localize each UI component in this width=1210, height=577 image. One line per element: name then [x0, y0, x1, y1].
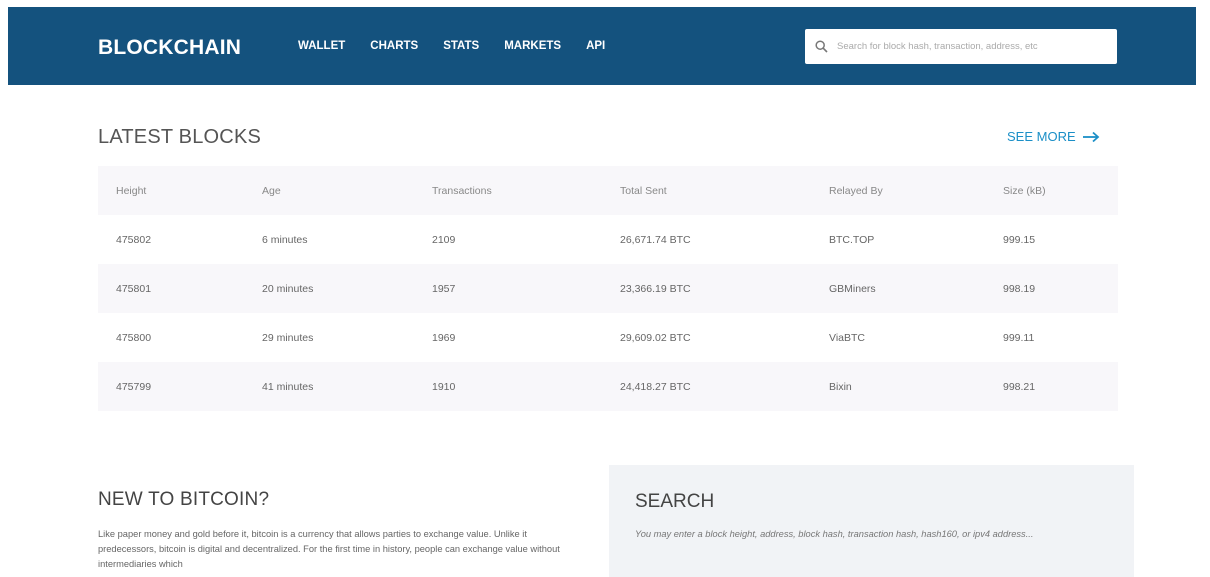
nav-markets[interactable]: MARKETS — [504, 40, 561, 52]
search-info-panel: SEARCH You may enter a block height, add… — [609, 465, 1134, 577]
nav-api[interactable]: API — [586, 40, 605, 52]
col-total-sent: Total Sent — [602, 166, 811, 215]
block-size: 999.15 — [985, 215, 1118, 264]
block-age: 29 minutes — [244, 313, 414, 362]
table-header-row: Height Age Transactions Total Sent Relay… — [98, 166, 1118, 215]
search-box — [805, 29, 1117, 64]
table-row: 475802 6 minutes 2109 26,671.74 BTC BTC.… — [98, 215, 1118, 264]
see-more-label: SEE MORE — [1007, 129, 1076, 144]
block-height-link[interactable]: 475799 — [98, 362, 244, 411]
block-height-link[interactable]: 475802 — [98, 215, 244, 264]
block-relayer-link[interactable]: Bixin — [811, 362, 985, 411]
col-transactions: Transactions — [414, 166, 602, 215]
col-age: Age — [244, 166, 414, 215]
search-icon — [815, 40, 828, 53]
nav-stats[interactable]: STATS — [443, 40, 479, 52]
arrow-right-icon — [1082, 131, 1099, 142]
top-navbar: BLOCKCHAIN WALLET CHARTS STATS MARKETS A… — [8, 7, 1196, 85]
block-transactions: 1969 — [414, 313, 602, 362]
block-total-sent: 26,671.74 BTC — [602, 215, 811, 264]
latest-blocks-title: LATEST BLOCKS — [98, 126, 262, 148]
block-height-link[interactable]: 475801 — [98, 264, 244, 313]
block-age: 6 minutes — [244, 215, 414, 264]
block-age: 41 minutes — [244, 362, 414, 411]
block-relayer-link[interactable]: GBMiners — [811, 264, 985, 313]
col-size: Size (kB) — [985, 166, 1118, 215]
block-transactions: 2109 — [414, 215, 602, 264]
nav-wallet[interactable]: WALLET — [298, 40, 345, 52]
block-size: 999.11 — [985, 313, 1118, 362]
block-total-sent: 23,366.19 BTC — [602, 264, 811, 313]
nav-charts[interactable]: CHARTS — [370, 40, 418, 52]
table-row: 475799 41 minutes 1910 24,418.27 BTC Bix… — [98, 362, 1118, 411]
block-total-sent: 24,418.27 BTC — [602, 362, 811, 411]
col-height: Height — [98, 166, 244, 215]
new-to-bitcoin-text: Like paper money and gold before it, bit… — [98, 529, 560, 569]
latest-blocks-table: Height Age Transactions Total Sent Relay… — [98, 166, 1118, 411]
search-panel-title: SEARCH — [635, 491, 715, 512]
logo[interactable]: BLOCKCHAIN — [98, 36, 241, 60]
block-transactions: 1957 — [414, 264, 602, 313]
table-row: 475800 29 minutes 1969 29,609.02 BTC Via… — [98, 313, 1118, 362]
main-nav: WALLET CHARTS STATS MARKETS API — [298, 7, 630, 85]
block-total-sent: 29,609.02 BTC — [602, 313, 811, 362]
table-row: 475801 20 minutes 1957 23,366.19 BTC GBM… — [98, 264, 1118, 313]
search-panel-text: You may enter a block height, address, b… — [635, 529, 1034, 539]
new-to-bitcoin-title: NEW TO BITCOIN? — [98, 489, 270, 510]
see-more-link[interactable]: SEE MORE — [1007, 129, 1100, 144]
block-relayer-link[interactable]: ViaBTC — [811, 313, 985, 362]
block-transactions: 1910 — [414, 362, 602, 411]
block-age: 20 minutes — [244, 264, 414, 313]
block-size: 998.19 — [985, 264, 1118, 313]
block-size: 998.21 — [985, 362, 1118, 411]
col-relayed-by: Relayed By — [811, 166, 985, 215]
block-height-link[interactable]: 475800 — [98, 313, 244, 362]
search-input[interactable] — [835, 40, 1117, 53]
block-relayer-link[interactable]: BTC.TOP — [811, 215, 985, 264]
